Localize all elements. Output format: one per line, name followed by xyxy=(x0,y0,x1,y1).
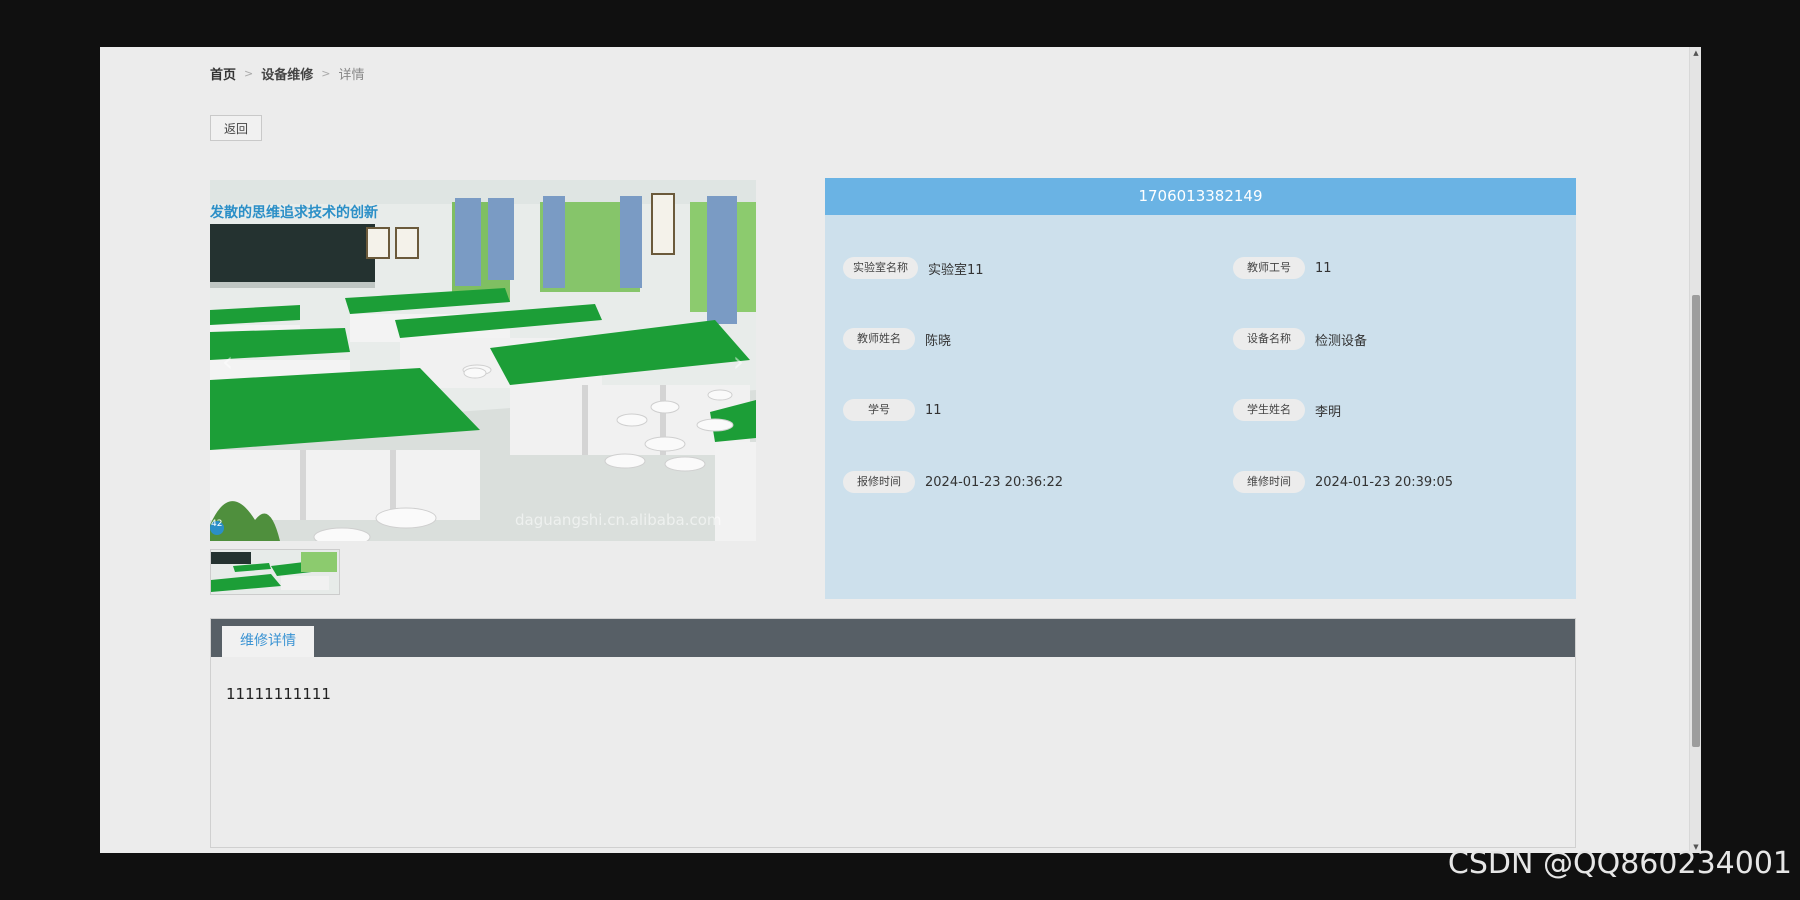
field-label: 实验室名称 xyxy=(843,257,918,279)
field-report-time: 报修时间 2024-01-23 20:36:22 xyxy=(843,471,1063,493)
field-label: 报修时间 xyxy=(843,471,915,493)
field-label: 教师工号 xyxy=(1233,257,1305,279)
record-id-header: 1706013382149 xyxy=(825,178,1576,215)
info-panel: 1706013382149 实验室名称 实验室11 教师工号 11 教师姓名 陈… xyxy=(825,178,1576,599)
scrollbar-thumb[interactable] xyxy=(1692,295,1700,747)
field-value: 11 xyxy=(925,402,942,418)
breadcrumb-section[interactable]: 设备维修 xyxy=(261,64,313,83)
field-student-name: 学生姓名 李明 xyxy=(1233,399,1341,421)
field-label: 学生姓名 xyxy=(1233,399,1305,421)
banner-text: 发散的思维追求技术的创新 xyxy=(210,205,378,221)
field-label: 教师姓名 xyxy=(843,328,915,350)
tab-repair-detail[interactable]: 维修详情 xyxy=(222,626,314,657)
lab-thumbnail xyxy=(211,550,339,594)
corner-badge: 42 xyxy=(211,519,223,529)
field-label: 学号 xyxy=(843,399,915,421)
field-value: 实验室11 xyxy=(928,262,984,278)
vertical-scrollbar[interactable]: ▲ ▼ xyxy=(1689,47,1701,853)
prev-image-icon[interactable]: ‹ xyxy=(222,345,233,378)
field-value: 陈晓 xyxy=(925,333,952,349)
field-label: 设备名称 xyxy=(1233,328,1305,350)
back-button[interactable]: 返回 xyxy=(210,115,262,141)
csdn-watermark: CSDN @QQ860234001 xyxy=(1447,846,1792,881)
detail-section: 维修详情 11111111111 xyxy=(210,618,1576,848)
thumbnail-image[interactable] xyxy=(210,549,340,595)
field-value: 11 xyxy=(1315,260,1332,276)
field-repair-time: 维修时间 2024-01-23 20:39:05 xyxy=(1233,471,1453,493)
browser-window: 首页 > 设备维修 > 详情 返回 发散的思维追求技术的创新 daguangsh… xyxy=(100,47,1701,853)
breadcrumb-separator: > xyxy=(321,67,331,80)
field-label: 维修时间 xyxy=(1233,471,1305,493)
field-student-id: 学号 11 xyxy=(843,399,942,421)
breadcrumb: 首页 > 设备维修 > 详情 xyxy=(210,64,364,83)
scroll-up-icon[interactable]: ▲ xyxy=(1690,47,1701,59)
image-watermark: daguangshi.cn.alibaba.com xyxy=(515,511,722,529)
next-image-icon[interactable]: › xyxy=(733,345,744,378)
lab-classroom-image xyxy=(210,180,756,541)
field-lab-name: 实验室名称 实验室11 xyxy=(843,257,984,279)
tab-bar: 维修详情 xyxy=(211,619,1575,657)
main-image: 发散的思维追求技术的创新 daguangshi.cn.alibaba.com ‹… xyxy=(210,180,756,541)
field-teacher-name: 教师姓名 陈晓 xyxy=(843,328,951,350)
detail-content: 11111111111 xyxy=(226,685,331,703)
field-value: 李明 xyxy=(1315,404,1342,420)
field-device-name: 设备名称 检测设备 xyxy=(1233,328,1367,350)
field-value: 2024-01-23 20:36:22 xyxy=(925,474,1064,490)
field-teacher-id: 教师工号 11 xyxy=(1233,257,1332,279)
breadcrumb-separator: > xyxy=(244,67,254,80)
field-value: 2024-01-23 20:39:05 xyxy=(1315,474,1454,490)
breadcrumb-current: 详情 xyxy=(338,68,365,83)
breadcrumb-home[interactable]: 首页 xyxy=(210,64,236,83)
field-value: 检测设备 xyxy=(1315,333,1368,349)
